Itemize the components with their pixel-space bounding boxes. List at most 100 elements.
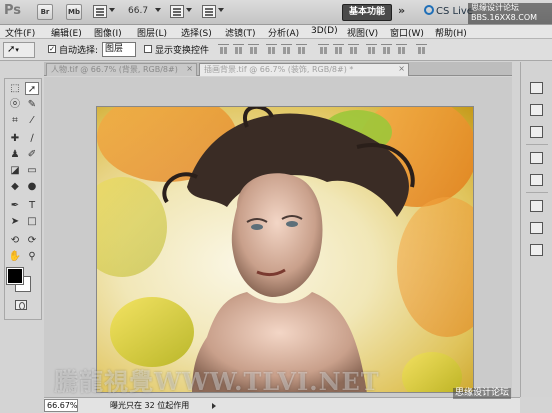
menu-layer[interactable]: 图层(L) <box>137 26 167 39</box>
panel-divider <box>526 192 548 193</box>
align-top-icon[interactable] <box>218 44 229 55</box>
workspace-switcher[interactable]: 基本功能 <box>342 4 392 21</box>
menu-view[interactable]: 视图(V) <box>347 26 378 39</box>
corner-watermark: 思缘设计论坛 <box>453 388 512 399</box>
tab-label: 插画背景.tif @ 66.7% (装饰, RGB/8#) * <box>204 65 354 74</box>
menu-window[interactable]: 窗口(W) <box>390 26 424 39</box>
color-panel-icon[interactable] <box>530 152 543 164</box>
distribute-bottom-icon[interactable] <box>348 44 359 55</box>
healing-brush-tool-icon[interactable]: ✚ <box>8 132 22 145</box>
chevron-down-icon[interactable] <box>218 8 224 12</box>
cs-live-icon <box>424 5 434 15</box>
site-watermark: 思缘设计论坛 BBS.16XX8.COM <box>468 3 552 24</box>
status-bar: 66.67% 曝光只在 32 位起作用 <box>44 397 520 413</box>
menu-select[interactable]: 选择(S) <box>181 26 212 39</box>
lasso-tool-icon[interactable]: ⓞ <box>8 98 22 111</box>
distribute-left-icon[interactable] <box>366 44 377 55</box>
tab-label: 人物.tif @ 66.7% (背景, RGB/8#) <box>51 65 178 74</box>
3d-orbit-tool-icon[interactable]: ⟳ <box>25 234 39 247</box>
menu-edit[interactable]: 编辑(E) <box>51 26 82 39</box>
tool-preset-picker[interactable]: ➚▾ <box>3 42 35 58</box>
type-tool-icon[interactable]: T <box>25 199 39 212</box>
more-workspaces-button[interactable]: » <box>398 4 405 17</box>
show-transform-checkbox[interactable] <box>144 45 152 53</box>
3d-rotate-tool-icon[interactable]: ⟲ <box>8 234 22 247</box>
menu-filter[interactable]: 滤镜(T) <box>225 26 256 39</box>
gradient-tool-icon[interactable]: ▭ <box>25 164 39 177</box>
zoom-tool-icon[interactable]: ⚲ <box>25 250 39 263</box>
play-icon[interactable] <box>530 82 543 94</box>
distribute-right-icon[interactable] <box>396 44 407 55</box>
photoshop-logo: Ps <box>4 3 22 18</box>
align-vertical-center-icon[interactable] <box>233 44 244 55</box>
distribute-hcenter-icon[interactable] <box>381 44 392 55</box>
application-bar: Ps Br Mb 66.7 基本功能 » CS Live 思缘设计论坛 BBS.… <box>0 0 552 25</box>
marquee-tool-icon[interactable]: ⬚ <box>8 82 22 95</box>
eyedropper-tool-icon[interactable]: ⁄ <box>25 114 39 127</box>
chevron-down-icon[interactable] <box>155 8 161 12</box>
arrange-documents-icon[interactable] <box>170 5 184 18</box>
tab-document-2[interactable]: 插画背景.tif @ 66.7% (装饰, RGB/8#) * × <box>199 63 409 76</box>
view-extras-icon[interactable] <box>93 5 107 18</box>
align-horizontal-center-icon[interactable] <box>281 44 292 55</box>
zoom-level[interactable]: 66.7 <box>128 6 148 16</box>
mini-bridge-button[interactable]: Mb <box>66 4 82 20</box>
bridge-button[interactable]: Br <box>37 4 53 20</box>
auto-align-icon[interactable] <box>416 44 427 55</box>
eraser-tool-icon[interactable]: ◪ <box>8 164 22 177</box>
move-tool-icon[interactable]: ➚ <box>25 82 39 95</box>
screen-mode-icon[interactable] <box>202 5 216 18</box>
artwork-illustration <box>97 107 473 392</box>
menu-analysis[interactable]: 分析(A) <box>268 26 299 39</box>
quick-mask-icon[interactable] <box>15 300 27 310</box>
document-tabs: 人物.tif @ 66.7% (背景, RGB/8#) × 插画背景.tif @… <box>44 62 512 76</box>
brush-tool-icon[interactable]: ∕ <box>25 132 39 145</box>
shape-tool-icon[interactable]: □ <box>25 215 39 228</box>
status-info-text: 曝光只在 32 位起作用 <box>110 401 190 410</box>
menu-3d[interactable]: 3D(D) <box>311 26 338 36</box>
quick-select-tool-icon[interactable]: ✎ <box>25 98 39 111</box>
tab-document-1[interactable]: 人物.tif @ 66.7% (背景, RGB/8#) × <box>46 63 197 76</box>
hand-tool-icon[interactable]: ✋ <box>8 250 22 263</box>
distribute-center-icon[interactable] <box>333 44 344 55</box>
channels-panel-icon[interactable] <box>530 222 543 234</box>
show-transform-label: 显示变换控件 <box>155 46 210 56</box>
close-icon[interactable]: × <box>186 64 193 73</box>
auto-select-dropdown[interactable]: 图层 <box>102 42 136 57</box>
chevron-down-icon[interactable] <box>109 8 115 12</box>
pen-tool-icon[interactable]: ✒ <box>8 199 22 212</box>
watermark-line: 思缘设计论坛 <box>471 3 519 12</box>
align-right-icon[interactable] <box>296 44 307 55</box>
foreground-color-swatch[interactable] <box>6 267 24 285</box>
menu-help[interactable]: 帮助(H) <box>435 26 467 39</box>
history-brush-tool-icon[interactable]: ✐ <box>25 148 39 161</box>
mini-bridge-panel-icon[interactable] <box>530 104 543 116</box>
cs-live-button[interactable]: CS Live <box>424 5 473 17</box>
path-select-tool-icon[interactable]: ➤ <box>8 215 22 228</box>
panel-divider <box>526 144 548 145</box>
watermark-line: BBS.16XX8.COM <box>471 13 538 22</box>
dodge-tool-icon[interactable]: ● <box>25 180 39 193</box>
close-icon[interactable]: × <box>398 64 405 73</box>
blur-tool-icon[interactable]: ◆ <box>8 180 22 193</box>
align-bottom-icon[interactable] <box>248 44 259 55</box>
menu-image[interactable]: 图像(I) <box>94 26 122 39</box>
paths-panel-icon[interactable] <box>530 244 543 256</box>
collapsed-panels-dock <box>520 62 552 397</box>
history-panel-icon[interactable] <box>530 126 543 138</box>
clone-stamp-tool-icon[interactable]: ♟ <box>8 148 22 161</box>
menu-file[interactable]: 文件(F) <box>5 26 35 39</box>
chevron-down-icon[interactable] <box>186 8 192 12</box>
options-bar: ➚▾ ✓ 自动选择: 图层 显示变换控件 <box>0 39 552 61</box>
layers-panel-icon[interactable] <box>530 200 543 212</box>
status-zoom-field[interactable]: 66.67% <box>44 399 78 412</box>
crop-tool-icon[interactable]: ⌗ <box>8 114 22 127</box>
chevron-down-icon: ▾ <box>15 46 19 54</box>
document-image[interactable] <box>96 106 474 393</box>
menu-bar: 文件(F) 编辑(E) 图像(I) 图层(L) 选择(S) 滤镜(T) 分析(A… <box>0 25 552 39</box>
status-menu-arrow-icon[interactable] <box>212 403 216 409</box>
auto-select-checkbox[interactable]: ✓ <box>48 45 56 53</box>
distribute-top-icon[interactable] <box>318 44 329 55</box>
adjustments-panel-icon[interactable] <box>530 174 543 186</box>
align-left-icon[interactable] <box>266 44 277 55</box>
